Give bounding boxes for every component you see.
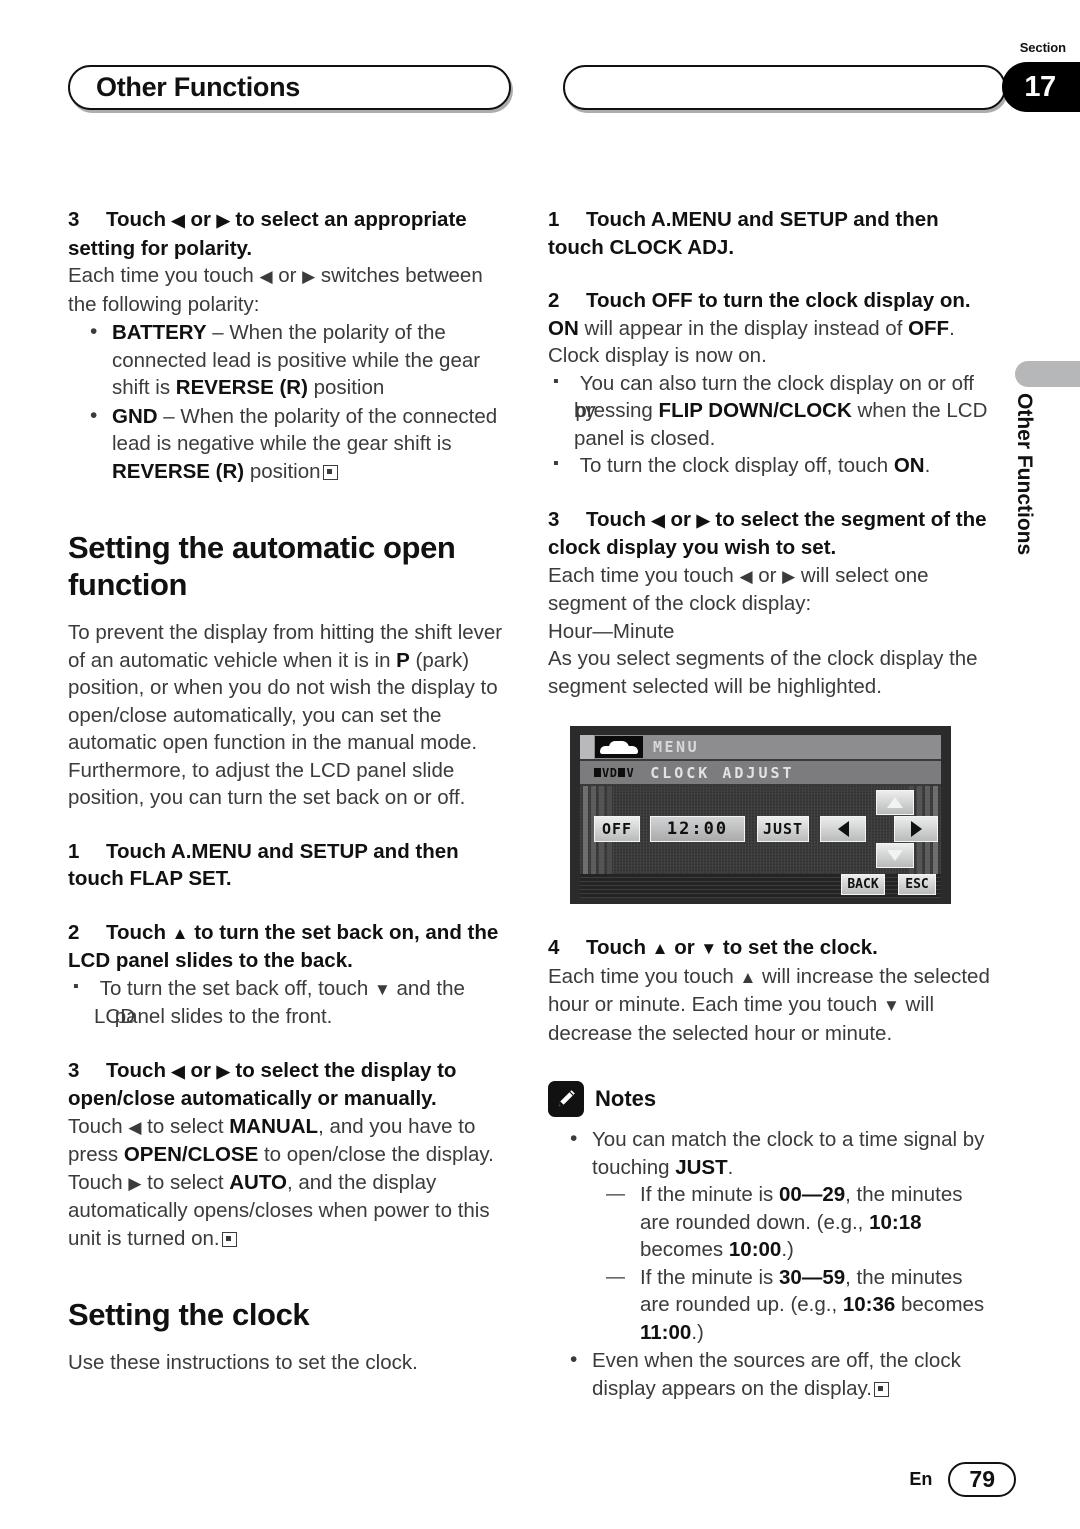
step-4-clock-body: Each time you touch ▲ will increase the … [548,964,990,1045]
lcd-down-arrow-button[interactable] [876,843,914,868]
heading-clock: Setting the clock [68,1297,310,1332]
list-item: You can also turn the clock display on o… [548,368,991,453]
language-code: En [909,1469,933,1489]
lcd-subtitle-bar: VD V CLOCK ADJUST [580,761,941,784]
list-item: If the minute is 00—29, the minutes are … [592,1181,991,1264]
lcd-up-arrow-button[interactable] [876,790,914,815]
step-number: 1 [68,839,80,863]
list-item: Even when the sources are off, the clock… [548,1346,991,1402]
triangle-down-icon [887,850,903,861]
step-title-text: Touch ◀ or ▶ to select the display to op… [68,1058,457,1111]
step-number: 4 [548,936,560,959]
lcd-back-button[interactable]: BACK [841,874,885,895]
header-pill-right [563,65,1006,110]
notes-header: Notes [548,1081,991,1117]
step-number: 3 [68,1058,80,1082]
list-item: BATTERY – When the polarity of the conne… [68,318,511,402]
lcd-right-arrow-button[interactable] [894,816,938,842]
header-pill-left: Other Functions [68,65,511,110]
step-2-clock-title: 2 Touch OFF to turn the clock display on. [548,287,991,315]
left-column: 3 Touch ◀ or ▶ to select an appropriate s… [68,206,511,1377]
auto-open-intro-1: To prevent the display from hitting the … [68,621,503,754]
lcd-time-display[interactable]: 12:00 [650,816,745,842]
heading-auto-open: Setting the automatic open function [68,530,456,602]
step-2-clock-notes: You can also turn the clock display on o… [548,368,991,480]
pencil-icon [548,1081,584,1117]
lcd-off-button[interactable]: OFF [594,816,640,842]
end-of-section-mark [322,464,338,480]
vehicle-icon [595,736,643,758]
triangle-up-icon [887,797,903,808]
step-3-clock-title: 3 Touch ◀ or ▶ to select the segment of t… [548,506,991,562]
page-footer: En 79 [909,1462,1016,1497]
side-tab-label: Other Functions [1013,393,1036,556]
step-2-flap-notes: To turn the set back off, touch ▼ and th… [68,973,511,1031]
lcd-just-button[interactable]: JUST [757,816,809,842]
step-title-text: Touch A.MENU and SETUP and then touch FL… [68,839,459,891]
step-3-flap-title: 3 Touch ◀ or ▶ to select the display to o… [68,1057,511,1113]
step-number: 1 [548,208,560,231]
list-item: You can match the clock to a time signal… [548,1125,991,1346]
auto-open-intro-2: Furthermore, to adjust the LCD panel sli… [68,758,466,810]
dvd-video-icon: VD V [594,766,634,780]
lcd-left-arrow-button[interactable] [820,816,866,842]
step-3-clock-body-2: Hour—Minute [548,619,675,643]
step-1-flap-title: 1 Touch A.MENU and SETUP and then touch F… [68,838,511,893]
section-label: Section [1019,40,1066,55]
section-number: 17 [1024,70,1056,103]
lcd-inner-screen: MENU VD V CLOCK ADJUST OFF 12:00 JUST BA… [580,735,941,898]
step-title-text: Touch ◀ or ▶ to select the segment of th… [548,507,987,560]
step-number: 3 [548,507,560,531]
step-number: 3 [68,208,80,231]
list-item: GND – When the polarity of the connected… [68,402,511,486]
step-3-polarity-body: Each time you touch ◀ or ▶ switches betw… [68,264,483,316]
notes-sub-list: If the minute is 00—29, the minutes are … [592,1181,991,1346]
step-title-text: Touch ▲ to turn the set back on, and the… [68,920,499,973]
step-title-text: Touch OFF to turn the clock display on. [586,289,971,312]
end-of-section-mark [873,1381,889,1397]
end-of-section-mark [221,1231,237,1247]
step-2-clock-body: ON will appear in the display instead of… [548,316,955,368]
triangle-right-icon [910,821,922,837]
lcd-floor-decor [580,874,941,898]
clock-intro: Use these instructions to set the clock. [68,1351,418,1374]
list-item: To turn the clock display off, touch ON. [548,450,991,480]
step-title-text: Touch A.MENU and SETUP and then touch CL… [548,208,939,259]
step-4-clock-title: 4 Touch ▲ or ▼ to set the clock. [548,934,991,963]
side-tab-bar [1015,361,1080,387]
page-title: Other Functions [96,72,300,102]
lcd-menu-label: MENU [653,738,700,756]
lcd-title-bar: MENU [580,735,941,759]
list-item: If the minute is 30—59, the minutes are … [592,1264,991,1347]
step-number: 2 [68,920,80,944]
step-number: 2 [548,289,560,312]
right-column: 1 Touch A.MENU and SETUP and then touch C… [548,206,991,1402]
page-number: 79 [948,1462,1016,1497]
step-2-flap-title: 2 Touch ▲ to turn the set back on, and th… [68,919,511,975]
triangle-left-icon [837,821,849,837]
step-3-polarity-title: 3 Touch ◀ or ▶ to select an appropriate s… [68,206,511,262]
list-item: To turn the set back off, touch ▼ and th… [68,973,511,1031]
lcd-clock-adjust-label: CLOCK ADJUST [650,763,795,782]
lcd-esc-button[interactable]: ESC [898,874,936,895]
notes-bullet-list: You can match the clock to a time signal… [548,1125,991,1402]
lcd-content-area: OFF 12:00 JUST BACK ESC [580,786,941,898]
step-title-text: Touch ▲ or ▼ to set the clock. [586,936,878,959]
manual-page: Other Functions Section 17 Other Functio… [0,0,1080,1529]
lcd-screenshot-figure: MENU VD V CLOCK ADJUST OFF 12:00 JUST BA… [570,726,951,904]
step-3-clock-body-1: Each time you touch ◀ or ▶ will select o… [548,563,929,616]
step-title-text: Touch ◀ or ▶ to select an appropriate se… [68,208,467,260]
step-3-flap-body: Touch ◀ to select MANUAL, and you have t… [68,1114,494,1250]
lcd-title-bar-cap [580,735,594,759]
polarity-bullet-list: BATTERY – When the polarity of the conne… [68,318,511,486]
notes-title: Notes [595,1086,657,1111]
section-badge: 17 [1002,62,1080,112]
step-1-clock-title: 1 Touch A.MENU and SETUP and then touch C… [548,206,991,261]
step-3-clock-body-3: As you select segments of the clock disp… [548,647,978,698]
